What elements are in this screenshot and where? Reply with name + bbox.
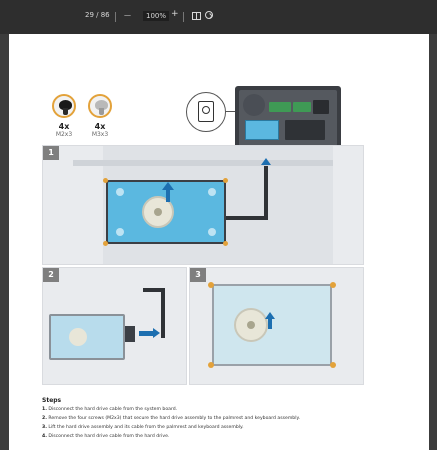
laptop-overview-image [235, 86, 341, 150]
screw-marker [103, 241, 108, 246]
rotate-icon[interactable] [205, 11, 213, 19]
hard-drive-callout-icon [186, 92, 226, 132]
step-item-number: 2. [42, 416, 47, 421]
hdd-cable [143, 288, 165, 292]
page-indicator[interactable]: 29 / 86 [85, 11, 110, 19]
hdd-connector [125, 326, 135, 342]
disconnect-arrow-head [153, 328, 160, 338]
step-1-panel: 1 [42, 145, 364, 265]
hdd-cable [226, 216, 266, 220]
screw-type: M2x3 [55, 131, 73, 138]
lift-arrow-icon [265, 312, 275, 319]
viewer-toolbar: 29 / 86 — 100% + [0, 0, 437, 34]
zoom-level-field[interactable]: 100% [143, 11, 170, 21]
step-item: 4. Disconnect the hard drive cable from … [42, 434, 169, 439]
screw-marker [208, 282, 214, 288]
steps-heading: Steps [42, 397, 62, 404]
zoom-in-button[interactable]: + [171, 9, 179, 19]
screw-marker [223, 241, 228, 246]
screw-qty: 4x [94, 122, 106, 131]
document-page: 4x M2x3 4x M3x3 1 2 3 Steps 1. Disconnec… [9, 34, 429, 450]
hdd-cable [161, 288, 165, 338]
step-item-text: Disconnect the hard drive cable from the… [48, 407, 178, 412]
callout-connector [225, 111, 235, 112]
disconnect-arrow-icon [139, 331, 153, 336]
step-number-badge: 3 [190, 268, 206, 282]
step-3-panel: 3 [189, 267, 364, 385]
step-item: 2. Remove the four screws (M2x3) that se… [42, 416, 300, 421]
step-item-text: Disconnect the hard drive cable from the… [48, 434, 170, 439]
step-number-badge: 1 [43, 146, 59, 160]
screw-qty: 4x [58, 122, 70, 131]
zoom-out-button[interactable]: — [124, 11, 131, 19]
step-item: 1. Disconnect the hard drive cable from … [42, 407, 177, 412]
screw-marker [208, 362, 214, 368]
hard-drive-image [49, 314, 125, 360]
screw-marker [223, 178, 228, 183]
step-item-text: Remove the four screws (M2x3) that secur… [48, 416, 301, 421]
step-item-text: Lift the hard drive assembly and its cab… [48, 425, 244, 430]
fit-page-icon[interactable] [192, 12, 201, 20]
screw-type: M3x3 [91, 131, 109, 138]
hard-drive-bracket-image [212, 284, 332, 366]
step-2-panel: 2 [42, 267, 187, 385]
hdd-cable [264, 166, 268, 220]
lift-arrow-icon [162, 182, 174, 190]
step-number-badge: 2 [43, 268, 59, 282]
step-item: 3. Lift the hard drive assembly and its … [42, 425, 244, 430]
step-item-number: 1. [42, 407, 47, 412]
screw-marker [330, 362, 336, 368]
step-item-number: 3. [42, 425, 47, 430]
screw-marker [103, 178, 108, 183]
lift-arrow-stem [166, 190, 170, 202]
toolbar-divider [183, 12, 184, 22]
disconnect-arrow-icon [261, 158, 271, 165]
lift-arrow-stem [268, 319, 272, 329]
step-item-number: 4. [42, 434, 47, 439]
screw-marker [330, 282, 336, 288]
screw-m2x3-icon [52, 94, 76, 118]
toolbar-divider [115, 12, 116, 22]
screw-m3x3-icon [88, 94, 112, 118]
